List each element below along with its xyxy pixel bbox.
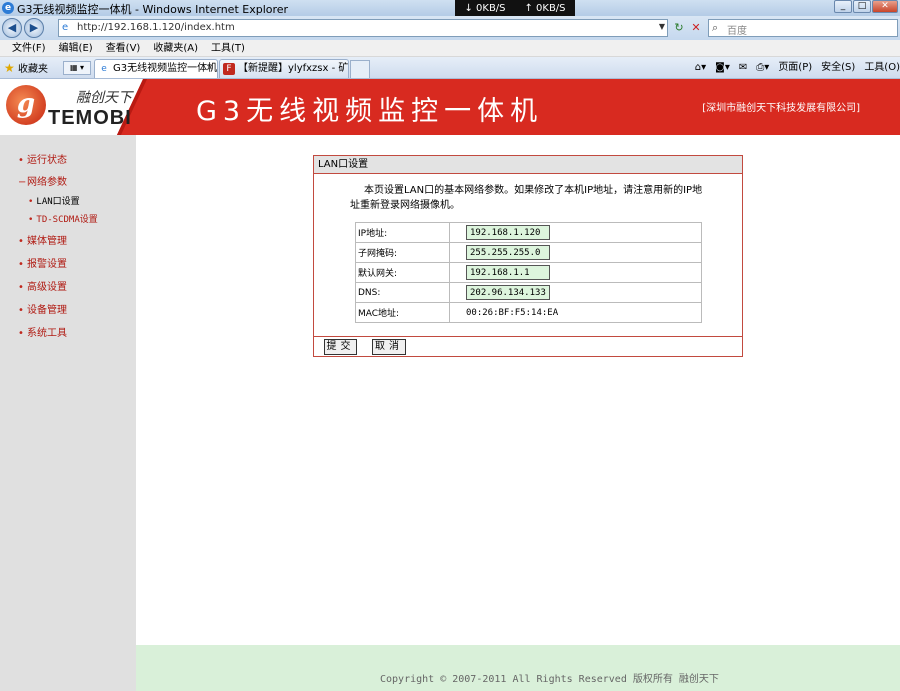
sidebar-subitem-lan[interactable]: • LAN口设置 [28, 194, 80, 207]
page-menu[interactable]: 页面(P) [778, 60, 812, 76]
panel-description: 本页设置LAN口的基本网络参数。如果修改了本机IP地址，请注意用新的IP地址重新… [350, 185, 703, 211]
field-label: IP地址: [355, 222, 450, 243]
address-row: ◀ ▶ e http://192.168.1.120/index.htm ▼ ↻… [0, 16, 900, 40]
tab-bar: ★ 收藏夹 ▦ ▾ e G3无线视频监控一体机 ✕ F 【新提醒】ylyfxzs… [0, 57, 900, 79]
field-label: 默认网关: [355, 262, 450, 283]
menu-bar: 文件(F) 编辑(E) 查看(V) 收藏夹(A) 工具(T) [0, 40, 900, 57]
lan-settings-panel: LAN口设置 本页设置LAN口的基本网络参数。如果修改了本机IP地址，请注意用新… [313, 155, 743, 357]
tools-menu[interactable]: 工具(O) [864, 60, 900, 76]
download-rate: ↓ 0KB/S [464, 2, 506, 14]
tab-reminder[interactable]: F 【新提醒】ylyfxzsx - 矿石... [219, 59, 349, 78]
search-icon: ⌕ [712, 21, 719, 34]
home-icon[interactable]: ⌂▾ [695, 60, 706, 76]
window-title: G3无线视频监控一体机 - Windows Internet Explorer [17, 3, 289, 16]
network-meter: ↓ 0KB/S ↑ 0KB/S [455, 0, 575, 16]
search-input[interactable]: ⌕ 百度 [708, 19, 898, 37]
table-row: 默认网关: [355, 262, 702, 283]
sidebar-item-status[interactable]: • 运行状态 [18, 151, 67, 166]
temobi-logo-icon: g [6, 85, 46, 125]
favorites-label: 收藏夹 [17, 64, 48, 75]
safety-menu[interactable]: 安全(S) [821, 60, 855, 76]
page-icon: e [62, 22, 69, 33]
field-label: 子网掩码: [355, 242, 450, 263]
tab-g3[interactable]: e G3无线视频监控一体机 ✕ [94, 59, 218, 78]
star-icon: ★ [4, 61, 15, 75]
sidebar-item-alarm[interactable]: • 报警设置 [18, 255, 67, 270]
page-title: G3无线视频监控一体机 [196, 96, 544, 127]
copyright-text: Copyright © 2007-2011 All Rights Reserve… [380, 674, 719, 685]
minimize-icon[interactable]: _ [834, 0, 852, 13]
table-row: IP地址: [355, 222, 702, 243]
chevron-down-icon[interactable]: ▼ [659, 22, 665, 31]
ip-address-input[interactable] [466, 225, 550, 240]
command-bar: ⌂▾ ◙▾ ✉ ⎙▾ 页面(P) 安全(S) 工具(O) [686, 60, 900, 76]
subnet-mask-input[interactable] [466, 245, 550, 260]
quick-tabs-icon[interactable]: ▦ ▾ [63, 61, 91, 75]
company-name: [深圳市融创天下科技发展有限公司] [702, 103, 860, 114]
menu-tools[interactable]: 工具(T) [211, 40, 245, 56]
site-icon: F [223, 63, 235, 75]
forward-button[interactable]: ▶ [24, 18, 44, 38]
sidebar-item-tools[interactable]: • 系统工具 [18, 324, 67, 339]
back-button[interactable]: ◀ [2, 18, 22, 38]
table-row: MAC地址: 00:26:BF:F5:14:EA [355, 302, 702, 323]
tab-close-icon[interactable]: ✕ [206, 60, 214, 78]
upload-rate: ↑ 0KB/S [524, 2, 566, 14]
sidebar-item-device[interactable]: • 设备管理 [18, 301, 67, 316]
logo-english: TEMOBI [48, 107, 132, 129]
field-cell [449, 282, 702, 303]
field-cell [449, 242, 702, 263]
menu-edit[interactable]: 编辑(E) [59, 40, 93, 56]
page-banner: g 融创天下 TEMOBI G3无线视频监控一体机 [深圳市融创天下科技发展有限… [0, 79, 900, 135]
favorites-button[interactable]: ★ 收藏夹 [4, 60, 48, 75]
window-title-bar: e G3无线视频监控一体机 - Windows Internet Explore… [0, 0, 900, 16]
page-footer: Copyright © 2007-2011 All Rights Reserve… [136, 645, 900, 691]
mail-icon[interactable]: ✉ [739, 60, 747, 76]
button-row: 提交 取消 [314, 336, 742, 357]
tab-label: G3无线视频监控一体机 [113, 63, 218, 74]
dns-input[interactable] [466, 285, 550, 300]
search-placeholder: 百度 [727, 26, 747, 37]
table-row: 子网掩码: [355, 242, 702, 263]
sidebar: • 运行状态 −网络参数 • LAN口设置 • TD-SCDMA设置 • 媒体管理 • 报… [0, 135, 136, 691]
field-label: DNS: [355, 282, 450, 303]
address-url: http://192.168.1.120/index.htm [77, 22, 235, 33]
field-cell [449, 222, 702, 243]
stop-icon[interactable]: ✕ [688, 20, 704, 36]
tab-label: 【新提醒】ylyfxzsx - 矿石... [238, 63, 349, 74]
page-icon: e [101, 64, 107, 74]
panel-heading: LAN口设置 [314, 156, 742, 174]
refresh-icon[interactable]: ↻ [671, 20, 687, 36]
sidebar-subitem-tdscdma[interactable]: • TD-SCDMA设置 [28, 212, 98, 225]
close-icon[interactable]: ✕ [872, 0, 898, 13]
field-label: MAC地址: [355, 302, 450, 323]
new-tab-button[interactable] [350, 60, 370, 78]
gateway-input[interactable] [466, 265, 550, 280]
logo-chinese: 融创天下 [76, 90, 132, 106]
sidebar-item-network[interactable]: −网络参数 [18, 173, 67, 188]
cancel-button[interactable]: 取消 [372, 339, 406, 355]
mac-address-value: 00:26:BF:F5:14:EA [449, 302, 702, 323]
maximize-icon[interactable]: □ [853, 0, 871, 13]
sidebar-item-media[interactable]: • 媒体管理 [18, 232, 67, 247]
address-bar[interactable]: e http://192.168.1.120/index.htm ▼ [58, 19, 668, 37]
window-controls: _ □ ✕ [833, 0, 898, 13]
field-cell [449, 262, 702, 283]
submit-button[interactable]: 提交 [324, 339, 357, 355]
menu-favorites[interactable]: 收藏夹(A) [153, 40, 198, 56]
lan-settings-table: IP地址: 子网掩码: 默认网关: DNS: MAC地址: 00:26:BF:F… [355, 222, 702, 323]
feeds-icon[interactable]: ◙▾ [715, 60, 730, 76]
ie-logo-icon: e [2, 2, 14, 14]
table-row: DNS: [355, 282, 702, 303]
sidebar-item-advanced[interactable]: • 高级设置 [18, 278, 67, 293]
menu-file[interactable]: 文件(F) [12, 40, 46, 56]
print-icon[interactable]: ⎙▾ [756, 60, 769, 76]
menu-view[interactable]: 查看(V) [106, 40, 141, 56]
